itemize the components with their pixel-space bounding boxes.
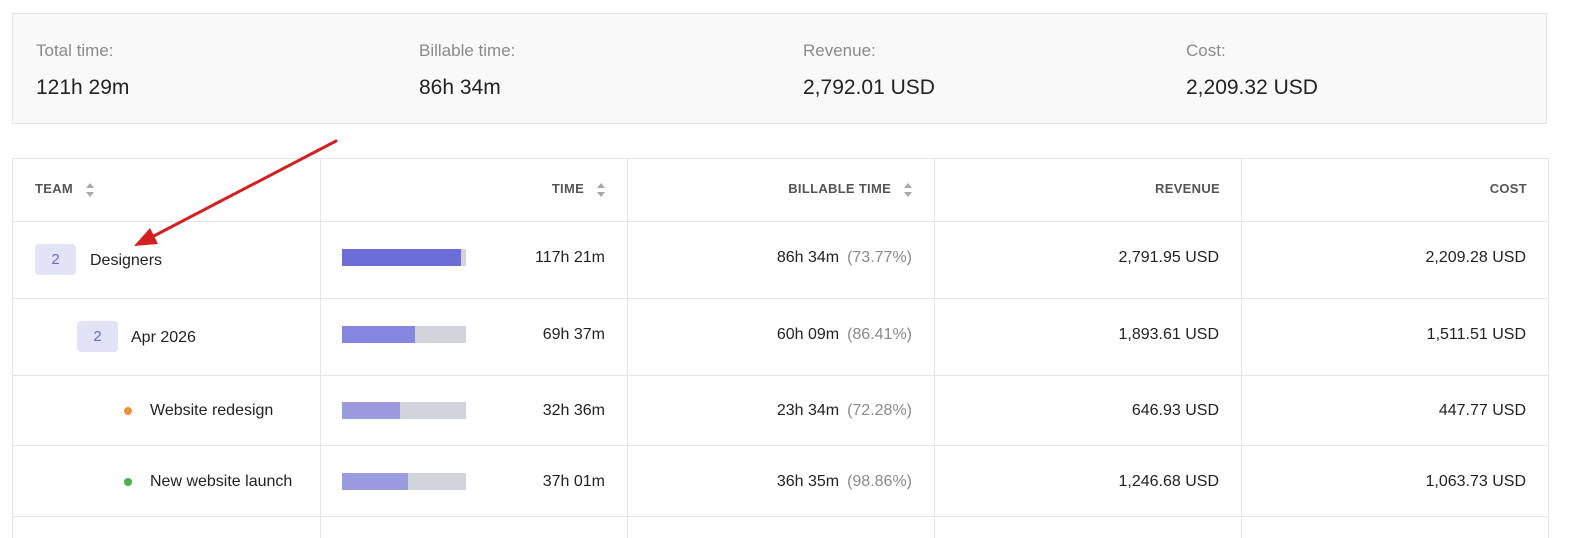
time-value: 32h 36m xyxy=(542,402,605,419)
billable-percent: (72.28%) xyxy=(847,402,912,419)
cost-label: Cost: xyxy=(1186,41,1226,60)
time-progress-fill xyxy=(342,402,401,419)
revenue-label: Revenue: xyxy=(803,41,876,60)
billable-percent: (98.86%) xyxy=(847,473,912,490)
billable-time-cell: 36h 35m (98.86%) xyxy=(777,473,912,491)
column-header-billable-time[interactable]: BILLABLE TIME xyxy=(788,181,913,198)
row-divider xyxy=(13,298,1548,299)
time-value: 37h 01m xyxy=(542,473,605,490)
column-header-revenue: REVENUE xyxy=(1155,181,1220,196)
billable-time-cell: 23h 34m (72.28%) xyxy=(777,402,912,420)
period-name[interactable]: Apr 2026 xyxy=(131,329,196,347)
billable-time-label: Billable time: xyxy=(419,41,516,60)
column-divider xyxy=(1241,159,1242,538)
time-progress-fill xyxy=(342,473,408,490)
total-time-value: 121h 29m xyxy=(36,76,130,99)
billable-time-header-label: BILLABLE TIME xyxy=(788,181,892,196)
cost-value: 2,209.32 USD xyxy=(1186,76,1318,99)
report-table: TEAM TIME BILLABLE TIME REVENUE COST 2 D… xyxy=(12,158,1549,538)
time-progress-fill xyxy=(342,249,462,266)
revenue-stat: Revenue: 2,792.01 USD xyxy=(803,41,935,100)
project-name[interactable]: Website redesign xyxy=(150,402,273,420)
time-value: 69h 37m xyxy=(542,326,605,343)
time-header-label: TIME xyxy=(551,181,585,196)
project-name[interactable]: New website launch xyxy=(150,473,292,491)
member-count-badge: 2 xyxy=(35,244,76,275)
sort-icon[interactable] xyxy=(596,182,606,198)
row-divider xyxy=(13,445,1548,446)
cost-value: 1,063.73 USD xyxy=(1425,473,1526,490)
cost-header-label: COST xyxy=(1489,181,1527,196)
billable-time-value: 86h 34m xyxy=(419,76,501,99)
row-divider xyxy=(13,375,1548,376)
project-color-dot xyxy=(124,478,132,486)
team-name[interactable]: Designers xyxy=(90,252,162,270)
revenue-value: 1,893.61 USD xyxy=(1118,326,1219,343)
revenue-value: 646.93 USD xyxy=(1131,402,1219,419)
revenue-header-label: REVENUE xyxy=(1155,181,1220,196)
project-color-dot xyxy=(124,407,132,415)
revenue-value: 2,791.95 USD xyxy=(1118,249,1219,266)
total-time-label: Total time: xyxy=(36,41,114,60)
time-value: 117h 21m xyxy=(535,249,605,266)
cost-value: 1,511.51 USD xyxy=(1426,326,1526,343)
cost-value: 2,209.28 USD xyxy=(1425,249,1526,266)
column-header-time[interactable]: TIME xyxy=(552,181,606,198)
cost-stat: Cost: 2,209.32 USD xyxy=(1186,41,1318,100)
column-header-cost: COST xyxy=(1490,181,1527,196)
billable-percent: (86.41%) xyxy=(847,326,912,343)
revenue-value: 1,246.68 USD xyxy=(1118,473,1219,490)
sort-icon[interactable] xyxy=(903,182,913,198)
cost-value: 447.77 USD xyxy=(1438,402,1526,419)
billable-time-value: 23h 34m xyxy=(776,402,840,419)
column-divider xyxy=(320,159,321,538)
sort-icon[interactable] xyxy=(85,182,95,198)
summary-panel: Total time: 121h 29m Billable time: 86h … xyxy=(12,13,1547,124)
billable-time-value: 86h 34m xyxy=(776,249,840,266)
billable-percent: (73.77%) xyxy=(847,249,912,266)
time-progress-fill xyxy=(342,326,416,343)
billable-time-value: 60h 09m xyxy=(776,326,840,343)
row-divider xyxy=(13,516,1548,517)
team-header-label: TEAM xyxy=(35,181,74,196)
billable-time-stat: Billable time: 86h 34m xyxy=(419,41,515,100)
time-progress-bar xyxy=(342,326,466,343)
billable-time-value: 36h 35m xyxy=(776,473,840,490)
row-divider xyxy=(13,221,1548,222)
time-progress-bar xyxy=(342,402,466,419)
total-time-stat: Total time: 121h 29m xyxy=(36,41,129,100)
billable-time-cell: 86h 34m (73.77%) xyxy=(777,249,912,267)
time-progress-bar xyxy=(342,249,466,266)
time-progress-bar xyxy=(342,473,466,490)
billable-time-cell: 60h 09m (86.41%) xyxy=(777,326,912,344)
member-count-badge: 2 xyxy=(77,321,118,352)
column-header-team[interactable]: TEAM xyxy=(35,181,95,198)
column-divider xyxy=(627,159,628,538)
revenue-value: 2,792.01 USD xyxy=(803,76,935,99)
column-divider xyxy=(934,159,935,538)
